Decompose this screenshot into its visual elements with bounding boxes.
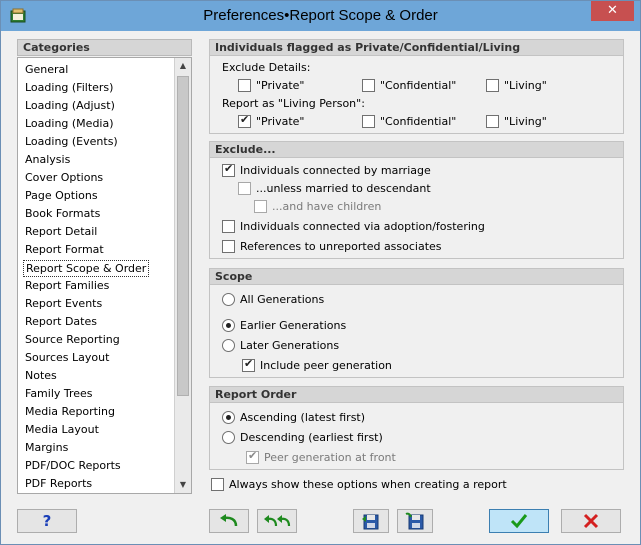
category-item[interactable]: Loading (Adjust)	[23, 98, 117, 115]
exclude-group: Exclude... Individuals connected by marr…	[209, 141, 624, 259]
always-show-label: Always show these options when creating …	[229, 478, 507, 491]
undo-all-button[interactable]	[257, 509, 297, 533]
always-show-checkbox[interactable]	[211, 478, 224, 491]
living-person-label: Report as "Living Person":	[222, 97, 365, 110]
living-confidential-checkbox[interactable]	[362, 115, 375, 128]
have-children-label: ...and have children	[272, 200, 382, 213]
close-button[interactable]: ✕	[591, 1, 634, 21]
category-item[interactable]: PDF/DOC Reports	[23, 458, 123, 475]
help-button[interactable]: ?	[17, 509, 77, 533]
marriage-label: Individuals connected by marriage	[240, 164, 431, 177]
later-generations-label: Later Generations	[240, 339, 340, 352]
living-living-label: "Living"	[504, 115, 547, 128]
private-group-title: Individuals flagged as Private/Confident…	[210, 40, 623, 56]
load-defaults-button[interactable]	[397, 509, 433, 533]
private-group: Individuals flagged as Private/Confident…	[209, 39, 624, 134]
all-generations-radio[interactable]	[222, 293, 235, 306]
category-item[interactable]: Report Dates	[23, 314, 99, 331]
help-label: ?	[42, 512, 52, 530]
living-private-checkbox[interactable]	[238, 113, 251, 128]
living-living-checkbox[interactable]	[486, 115, 499, 128]
unless-married-checkbox[interactable]	[238, 182, 251, 195]
category-item[interactable]: Page Options	[23, 188, 100, 205]
category-item[interactable]: Analysis	[23, 152, 72, 169]
exclude-private-checkbox[interactable]	[238, 79, 251, 92]
later-generations-radio[interactable]	[222, 339, 235, 352]
categories-scrollbar[interactable]: ▲ ▼	[174, 58, 191, 493]
category-item[interactable]: Cover Options	[23, 170, 105, 187]
undo-button[interactable]	[209, 509, 249, 533]
category-item[interactable]: PDF Reports	[23, 476, 94, 493]
category-item[interactable]: Sources Layout	[23, 350, 111, 367]
marriage-checkbox[interactable]	[222, 162, 235, 177]
cancel-x-icon	[583, 513, 599, 529]
all-generations-label: All Generations	[240, 293, 325, 306]
report-order-group: Report Order Ascending (latest first) De…	[209, 386, 624, 470]
category-item[interactable]: Notes	[23, 368, 59, 385]
category-item[interactable]: Family Trees	[23, 386, 95, 403]
report-order-title: Report Order	[210, 387, 623, 403]
scroll-up-icon[interactable]: ▲	[175, 58, 191, 74]
unreported-checkbox[interactable]	[222, 240, 235, 253]
have-children-checkbox[interactable]	[254, 200, 267, 213]
category-item[interactable]: Report Events	[23, 296, 104, 313]
category-item[interactable]: General	[23, 62, 70, 79]
category-item[interactable]: Source Reporting	[23, 332, 122, 349]
category-item[interactable]: Loading (Media)	[23, 116, 116, 133]
save-disk-icon	[362, 514, 379, 530]
peer-front-label: Peer generation at front	[264, 451, 396, 464]
exclude-living-checkbox[interactable]	[486, 79, 499, 92]
title-bar[interactable]: Preferences•Report Scope & Order ✕	[1, 1, 640, 31]
unless-married-label: ...unless married to descendant	[256, 182, 431, 195]
include-peer-checkbox[interactable]	[242, 357, 255, 372]
descending-label: Descending (earliest first)	[240, 431, 383, 444]
undo-arrow-icon	[220, 514, 238, 527]
category-item[interactable]: Report Scope & Order	[23, 260, 150, 277]
scroll-thumb[interactable]	[177, 76, 189, 396]
scope-group: Scope All Generations Earlier Generation…	[209, 268, 624, 378]
descending-radio[interactable]	[222, 431, 235, 444]
save-defaults-button[interactable]	[353, 509, 389, 533]
earlier-generations-label: Earlier Generations	[240, 319, 347, 332]
adoption-label: Individuals connected via adoption/foste…	[240, 220, 485, 233]
category-item[interactable]: Book Formats	[23, 206, 102, 223]
category-item[interactable]: Report Format	[23, 242, 106, 259]
load-disk-icon	[405, 512, 424, 530]
undo-all-arrows-icon	[264, 515, 291, 527]
preferences-window: Preferences•Report Scope & Order ✕ Categ…	[0, 0, 641, 545]
category-item[interactable]: Media Reporting	[23, 404, 117, 421]
ascending-label: Ascending (latest first)	[240, 411, 366, 424]
ascending-radio[interactable]	[222, 411, 235, 424]
earlier-generations-radio[interactable]	[222, 319, 235, 332]
include-peer-label: Include peer generation	[260, 359, 392, 372]
exclude-details-label: Exclude Details:	[222, 61, 311, 74]
adoption-checkbox[interactable]	[222, 220, 235, 233]
categories-list[interactable]: General Loading (Filters) Loading (Adjust)…	[17, 57, 192, 494]
unreported-label: References to unreported associates	[240, 240, 442, 253]
category-item[interactable]: Loading (Events)	[23, 134, 120, 151]
living-confidential-label: "Confidential"	[380, 115, 457, 128]
dialog-body: Categories General Loading (Filters) Loadi…	[9, 31, 632, 538]
living-private-label: "Private"	[256, 115, 305, 128]
exclude-confidential-label: "Confidential"	[380, 79, 457, 92]
exclude-group-title: Exclude...	[210, 142, 623, 158]
exclude-living-label: "Living"	[504, 79, 547, 92]
exclude-confidential-checkbox[interactable]	[362, 79, 375, 92]
scope-group-title: Scope	[210, 269, 623, 285]
category-item[interactable]: Loading (Filters)	[23, 80, 115, 97]
category-item[interactable]: Report Detail	[23, 224, 99, 241]
peer-front-checkbox[interactable]	[246, 449, 259, 464]
category-item[interactable]: Report Families	[23, 278, 111, 295]
category-item[interactable]: Margins	[23, 440, 70, 457]
window-title: Preferences•Report Scope & Order	[203, 7, 438, 24]
ok-checkmark-icon	[510, 514, 528, 529]
categories-header: Categories	[17, 39, 192, 56]
category-item[interactable]: Media Layout	[23, 422, 101, 439]
cancel-button[interactable]	[561, 509, 621, 533]
ok-button[interactable]	[489, 509, 549, 533]
exclude-private-label: "Private"	[256, 79, 305, 92]
scroll-down-icon[interactable]: ▼	[175, 477, 191, 493]
